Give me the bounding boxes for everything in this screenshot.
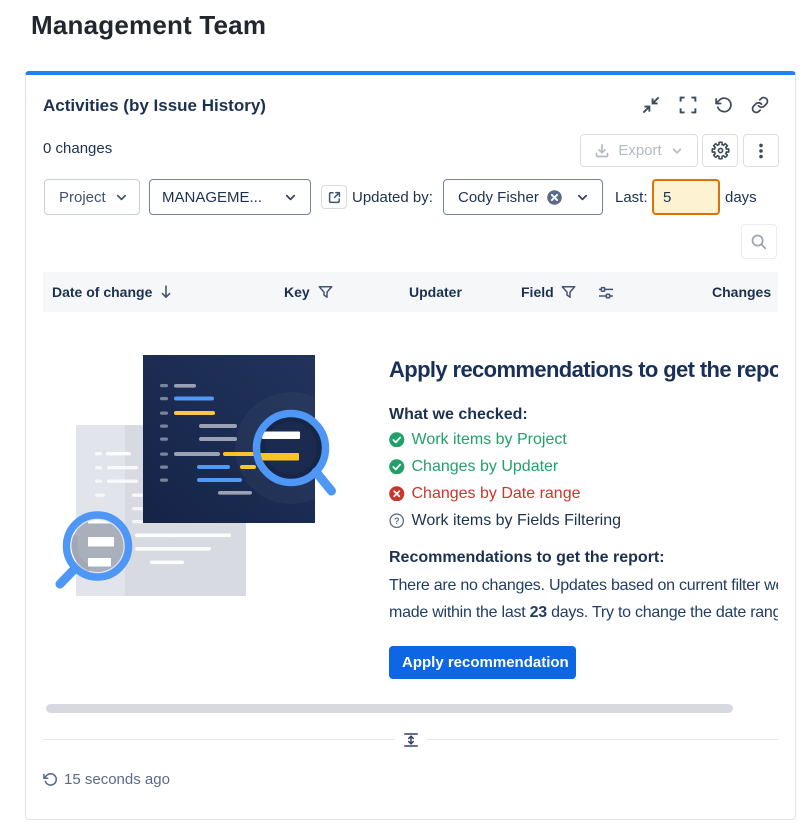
svg-text:?: ? [394,516,400,526]
